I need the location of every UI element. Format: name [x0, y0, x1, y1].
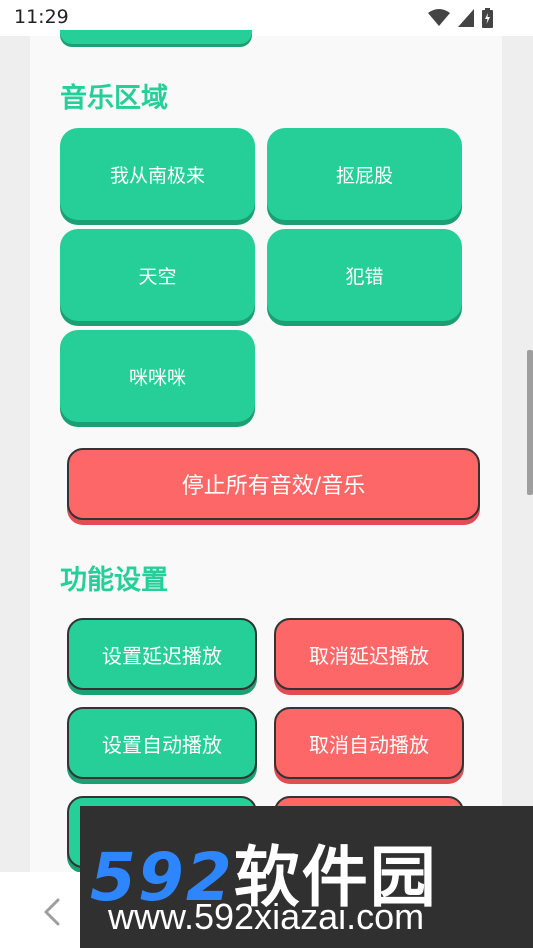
music-section-title: 音乐区域 [60, 83, 168, 114]
partial-button-top[interactable] [60, 30, 252, 44]
watermark-url: www.592xiazai.com [108, 896, 425, 937]
cancel-delay-button[interactable]: 取消延迟播放 [274, 618, 464, 690]
stop-all-button[interactable]: 停止所有音效/音乐 [67, 448, 480, 520]
music-button-3[interactable]: 天空 [60, 229, 255, 321]
status-time: 11:29 [14, 6, 69, 28]
cancel-auto-button[interactable]: 取消自动播放 [274, 707, 464, 779]
music-button-1[interactable]: 我从南极来 [60, 128, 255, 220]
music-button-5[interactable]: 咪咪咪 [60, 330, 255, 422]
scrollbar-thumb[interactable] [527, 350, 533, 495]
watermark-banner: 592软件园 www.592xiazai.com [80, 806, 533, 948]
back-arrow-icon[interactable] [38, 892, 68, 932]
set-delay-button[interactable]: 设置延迟播放 [67, 618, 257, 690]
battery-icon [482, 8, 493, 28]
signal-icon [458, 9, 474, 27]
set-auto-button[interactable]: 设置自动播放 [67, 707, 257, 779]
wifi-icon [428, 9, 450, 26]
music-button-2[interactable]: 抠屁股 [267, 128, 462, 220]
music-button-4[interactable]: 犯错 [267, 229, 462, 321]
settings-section-title: 功能设置 [60, 565, 168, 596]
